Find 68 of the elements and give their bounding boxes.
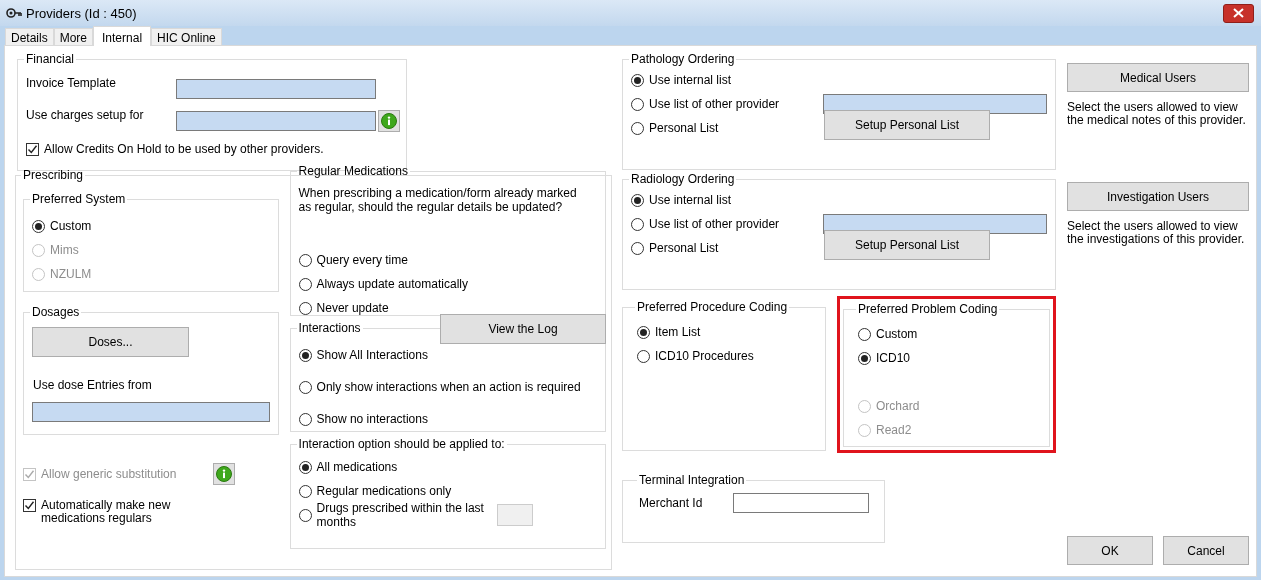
input-field[interactable] (823, 94, 1047, 114)
radio-button[interactable]: Personal List (631, 116, 719, 140)
field-label: Invoice Template (26, 76, 117, 90)
radio-button[interactable]: Item List (637, 320, 701, 344)
group-title: Prescribing (22, 168, 85, 182)
field-label: Use dose Entries from (33, 378, 153, 392)
radio-button[interactable]: Always update automatically (298, 272, 468, 296)
radio-button[interactable]: ICD10 (858, 346, 910, 370)
info-icon (381, 113, 397, 129)
checkbox[interactable]: Automatically make new medications regulars (23, 499, 233, 525)
checkmark-icon (27, 144, 38, 155)
window-title: Providers (Id : 450) (26, 5, 138, 21)
radio-button[interactable]: Show no interactions (298, 403, 428, 435)
radio-button[interactable]: Use internal list (631, 68, 732, 92)
tab[interactable]: HIC Online (151, 28, 222, 45)
group-title: Preferred Procedure Coding (636, 300, 789, 314)
radio-button[interactable]: Use list of other provider (631, 212, 780, 236)
help-text: Select the users allowed to view the medical notes of this provider. (1067, 101, 1247, 127)
group-title: Interaction option should be applied to: (297, 437, 506, 451)
investigation-users-button[interactable]: Investigation Users (1067, 182, 1249, 211)
help-text: Select the users allowed to view the investigations of this provider. (1067, 220, 1246, 246)
tab[interactable]: More (53, 28, 94, 45)
radio-button[interactable]: Personal List (631, 236, 719, 260)
group-title: Financial (25, 52, 76, 66)
input-field[interactable] (176, 79, 376, 99)
input-field[interactable] (176, 111, 376, 131)
radio-button[interactable]: Never update (298, 296, 389, 320)
radio-button[interactable]: Custom (32, 214, 92, 238)
field-label: Merchant Id (639, 496, 704, 510)
group-title: Radiology Ordering (630, 172, 736, 186)
input-field[interactable] (823, 214, 1047, 234)
group-title: Preferred System (31, 192, 127, 206)
radio-button[interactable]: Drugs prescribed within the last months (298, 503, 489, 527)
group-title: Interactions (297, 321, 362, 335)
radio-button[interactable]: Show All Interactions (298, 339, 428, 371)
tab[interactable]: Details (5, 28, 54, 45)
radio-button[interactable]: Use internal list (631, 188, 732, 212)
radio-button[interactable]: Custom (858, 322, 918, 346)
input-field[interactable] (733, 493, 869, 513)
info-button[interactable] (378, 110, 400, 132)
checkmark-icon (24, 500, 35, 511)
cancel-button[interactable]: Cancel (1163, 536, 1249, 565)
tab[interactable]: Internal (93, 26, 152, 46)
checkbox[interactable]: Allow Credits On Hold to be used by other providers. (26, 143, 398, 156)
field-label: Use charges setup for (26, 108, 145, 122)
radio-button[interactable]: ICD10 Procedures (637, 344, 754, 368)
group-title: Dosages (31, 305, 81, 319)
radio-button[interactable]: Query every time (298, 248, 408, 272)
input-field[interactable] (32, 402, 270, 422)
group-title: Preferred Problem Coding (857, 302, 999, 316)
doses-button[interactable]: Doses... (32, 327, 189, 357)
close-icon (1233, 8, 1244, 18)
info-icon (216, 466, 232, 482)
question-text: When prescribing a medication/form already marked as regular, should the regular details be updated? (298, 186, 578, 214)
radio-button[interactable]: All medications (298, 455, 398, 479)
view-log-button[interactable]: View the Log (440, 314, 606, 344)
checkmark-icon (24, 468, 35, 480)
ok-button[interactable]: OK (1067, 536, 1153, 565)
key-icon (6, 7, 22, 19)
radio-button[interactable]: Use list of other provider (631, 92, 780, 116)
group-title: Pathology Ordering (630, 52, 736, 66)
medical-users-button[interactable]: Medical Users (1067, 63, 1249, 92)
info-button[interactable] (213, 463, 235, 485)
radio-button[interactable]: Regular medications only (298, 479, 452, 503)
group-title: Regular Medications (297, 164, 409, 178)
close-button[interactable] (1223, 3, 1254, 23)
group-title: Terminal Integration (638, 473, 746, 487)
radio-button[interactable]: Only show interactions when an action is required (298, 371, 581, 403)
